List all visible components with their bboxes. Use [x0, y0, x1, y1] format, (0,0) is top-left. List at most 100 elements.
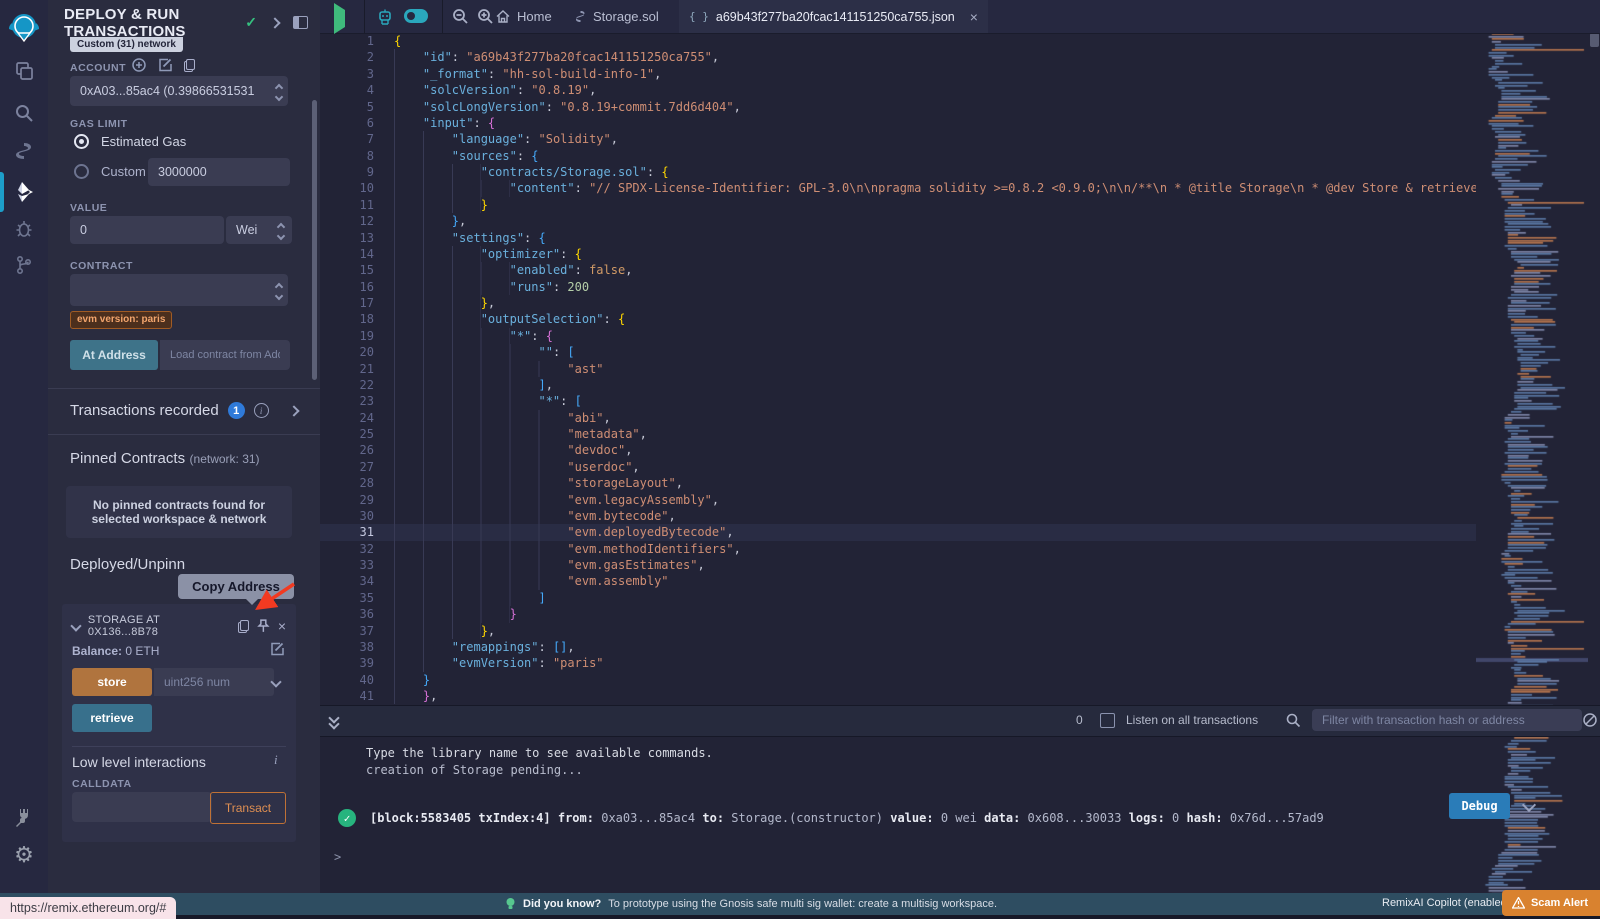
code-line[interactable]: 18"outputSelection": {: [320, 311, 1476, 327]
terminal-prompt[interactable]: >: [334, 849, 1470, 866]
transactions-info-icon[interactable]: i: [254, 403, 269, 418]
code-line[interactable]: 36}: [320, 606, 1476, 622]
code-line[interactable]: 32"evm.methodIdentifiers",: [320, 541, 1476, 557]
terminal-filter-input[interactable]: [1312, 709, 1582, 731]
code-line[interactable]: 25"metadata",: [320, 426, 1476, 442]
code-line[interactable]: 11}: [320, 197, 1476, 213]
pin-icon[interactable]: [257, 619, 270, 633]
code-line[interactable]: 4"solcVersion": "0.8.19",: [320, 82, 1476, 98]
code-line[interactable]: 41},: [320, 688, 1476, 704]
tab-storage-sol[interactable]: Storage.sol: [575, 0, 659, 33]
remove-contract-icon[interactable]: ×: [278, 618, 286, 634]
scam-alert-button[interactable]: Scam Alert: [1502, 890, 1600, 916]
code-editor[interactable]: 1{2"id": "a69b43f277ba20fcac141151250ca7…: [320, 33, 1476, 705]
custom-gas-radio[interactable]: [74, 164, 89, 179]
contract-collapse-icon[interactable]: [70, 620, 81, 631]
code-line[interactable]: 12},: [320, 213, 1476, 229]
panel-layout-icon[interactable]: [293, 16, 308, 29]
file-explorer-icon[interactable]: [0, 56, 48, 86]
code-line[interactable]: 37},: [320, 623, 1476, 639]
store-button[interactable]: store: [72, 668, 152, 696]
search-icon[interactable]: [0, 98, 48, 128]
copy-account-icon[interactable]: [184, 59, 195, 72]
editor-scrollbar-thumb[interactable]: [1590, 33, 1599, 47]
terminal-output[interactable]: Type the library name to see available c…: [320, 737, 1470, 893]
code-line[interactable]: 28"storageLayout",: [320, 475, 1476, 491]
low-level-info-icon[interactable]: i: [274, 752, 278, 768]
zoom-in-icon[interactable]: [477, 8, 494, 25]
code-line[interactable]: 8"sources": {: [320, 148, 1476, 164]
tab-home[interactable]: Home: [496, 0, 552, 33]
code-line[interactable]: 22],: [320, 377, 1476, 393]
edit-balance-icon[interactable]: [270, 642, 284, 656]
code-line[interactable]: 16"runs": 200: [320, 279, 1476, 295]
code-line[interactable]: 26"devdoc",: [320, 442, 1476, 458]
contract-stepper-icon[interactable]: [276, 284, 282, 299]
retrieve-button[interactable]: retrieve: [72, 704, 152, 732]
at-address-button[interactable]: At Address: [70, 340, 158, 370]
code-line[interactable]: 6"input": {: [320, 115, 1476, 131]
code-line[interactable]: 5"solcLongVersion": "0.8.19+commit.7dd6d…: [320, 99, 1476, 115]
code-line[interactable]: 27"userdoc",: [320, 459, 1476, 475]
account-select[interactable]: 0xA03...85ac4 (0.39866531531: [70, 76, 288, 106]
code-line[interactable]: 9"contracts/Storage.sol": {: [320, 164, 1476, 180]
terminal-collapse-icon[interactable]: [330, 714, 338, 728]
code-line[interactable]: 13"settings": {: [320, 230, 1476, 246]
settings-icon[interactable]: ⚙: [0, 840, 48, 870]
estimated-gas-radio[interactable]: [74, 134, 89, 149]
code-line[interactable]: 30"evm.bytecode",: [320, 508, 1476, 524]
load-contract-input[interactable]: [160, 340, 290, 370]
code-line[interactable]: 35]: [320, 590, 1476, 606]
code-line[interactable]: 40}: [320, 672, 1476, 688]
transaction-log-row[interactable]: ✓ [block:5583405 txIndex:4] from: 0xa03.…: [338, 809, 1470, 827]
copy-address-icon[interactable]: [238, 620, 249, 633]
add-account-icon[interactable]: [132, 58, 146, 72]
calldata-input[interactable]: [72, 792, 212, 822]
code-line[interactable]: 31"evm.deployedBytecode",: [320, 524, 1476, 540]
zoom-out-icon[interactable]: [452, 8, 469, 25]
code-line[interactable]: 38"remappings": [],: [320, 639, 1476, 655]
clear-terminal-icon[interactable]: [1582, 712, 1598, 728]
run-script-icon[interactable]: [334, 10, 345, 28]
code-line[interactable]: 15"enabled": false,: [320, 262, 1476, 278]
debug-button[interactable]: Debug: [1449, 793, 1510, 819]
contract-select[interactable]: [70, 274, 288, 306]
transactions-expand-icon[interactable]: [288, 405, 299, 416]
code-line[interactable]: 21"ast": [320, 361, 1476, 377]
panel-scrollbar[interactable]: [312, 100, 317, 380]
code-line[interactable]: 14"optimizer": {: [320, 246, 1476, 262]
code-line[interactable]: 1{: [320, 33, 1476, 49]
code-line[interactable]: 17},: [320, 295, 1476, 311]
transact-button[interactable]: Transact: [210, 792, 286, 824]
solidity-compiler-icon[interactable]: [0, 138, 48, 168]
code-line[interactable]: 19"*": {: [320, 328, 1476, 344]
plugin-manager-icon[interactable]: [0, 802, 48, 832]
copilot-toggle[interactable]: [404, 9, 428, 23]
code-line[interactable]: 39"evmVersion": "paris": [320, 655, 1476, 671]
code-line[interactable]: 2"id": "a69b43f277ba20fcac141151250ca755…: [320, 49, 1476, 65]
code-line[interactable]: 20"": [: [320, 344, 1476, 360]
code-line[interactable]: 33"evm.gasEstimates",: [320, 557, 1476, 573]
listen-checkbox[interactable]: [1100, 713, 1115, 728]
tab-json-active[interactable]: { } a69b43f277ba20fcac141151250ca755.jso…: [679, 0, 988, 33]
value-input[interactable]: [70, 216, 224, 244]
ai-assistant-icon[interactable]: [376, 8, 394, 26]
chevron-right-icon[interactable]: [269, 17, 280, 28]
store-arg-input[interactable]: [154, 668, 274, 696]
copilot-status[interactable]: RemixAI Copilot (enabled): [1382, 897, 1510, 909]
minimap[interactable]: [1476, 33, 1588, 905]
unit-stepper-icon[interactable]: [278, 224, 284, 239]
code-line[interactable]: 34"evm.assembly": [320, 573, 1476, 589]
deploy-run-icon[interactable]: [0, 176, 48, 208]
code-line[interactable]: 29"evm.legacyAssembly",: [320, 492, 1476, 508]
code-line[interactable]: 7"language": "Solidity",: [320, 131, 1476, 147]
code-line[interactable]: 23"*": [: [320, 393, 1476, 409]
code-line[interactable]: 3"_format": "hh-sol-build-info-1",: [320, 66, 1476, 82]
code-line[interactable]: 10"content": "// SPDX-License-Identifier…: [320, 180, 1476, 196]
debugger-icon[interactable]: [0, 214, 48, 244]
remix-logo[interactable]: [0, 8, 48, 48]
close-tab-icon[interactable]: ×: [970, 9, 978, 25]
edit-account-icon[interactable]: [158, 58, 172, 72]
account-stepper-icon[interactable]: [276, 85, 282, 100]
code-line[interactable]: 24"abi",: [320, 410, 1476, 426]
